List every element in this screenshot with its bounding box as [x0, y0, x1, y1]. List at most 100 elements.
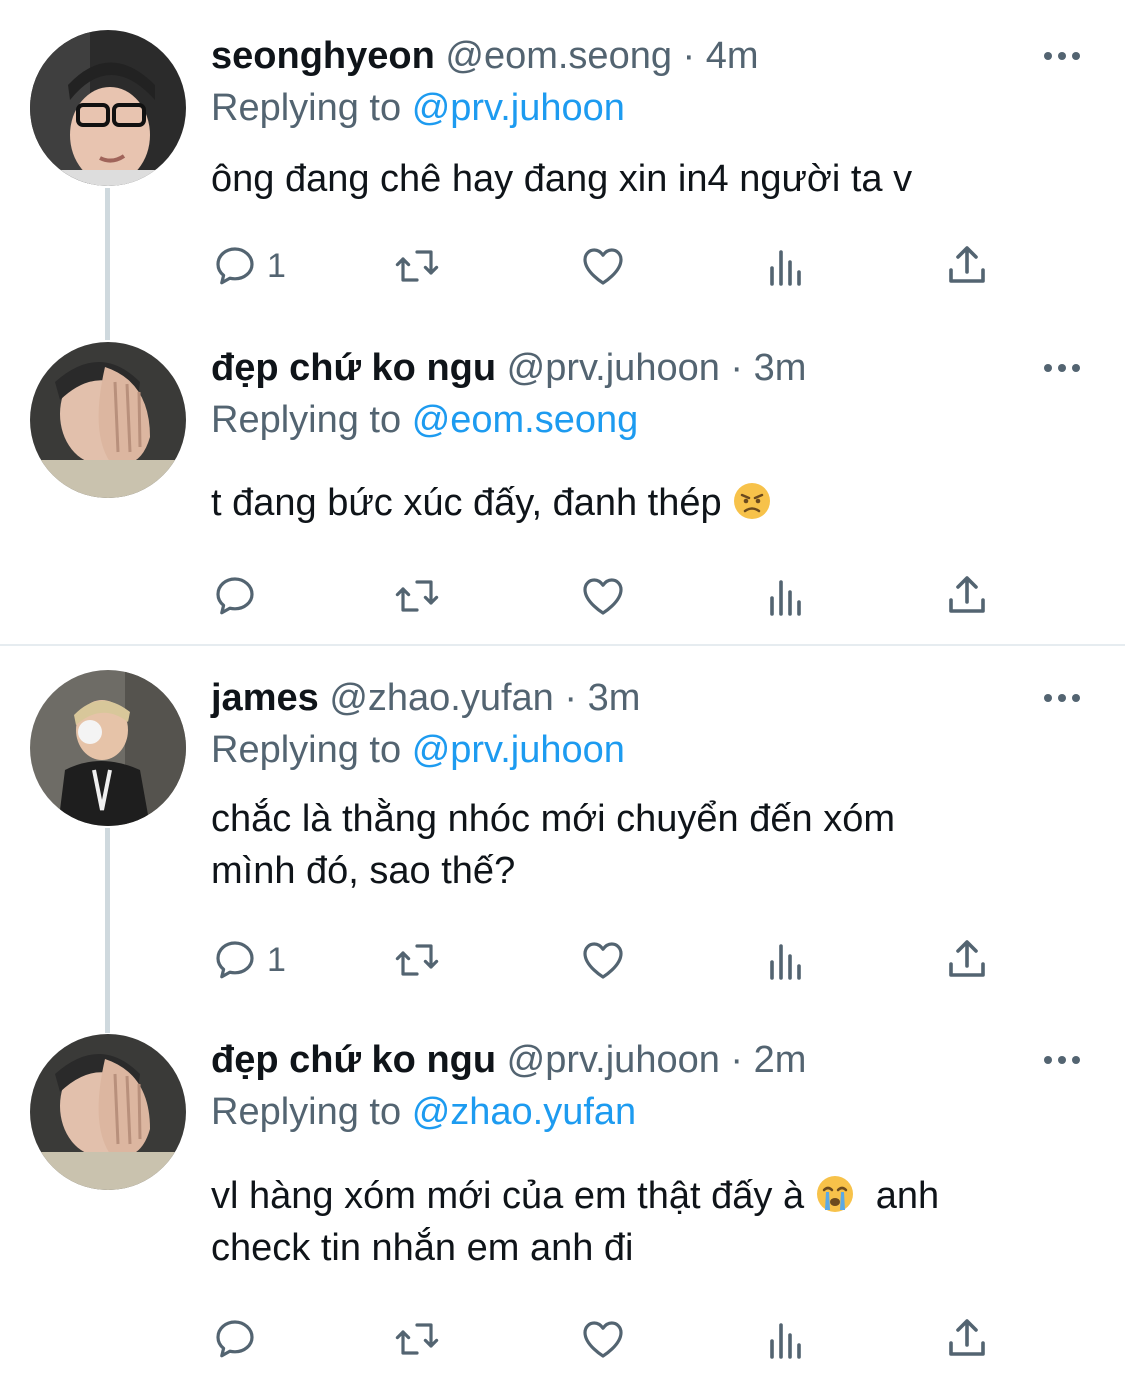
action-bar: 1	[211, 236, 1011, 296]
display-name[interactable]: đẹp chứ ko ngu	[211, 1039, 496, 1081]
share-button[interactable]	[943, 930, 991, 990]
reply-button[interactable]: 1	[211, 236, 286, 296]
reply-icon	[211, 1315, 259, 1363]
views-button[interactable]	[762, 566, 810, 626]
like-button[interactable]	[579, 930, 627, 990]
avatar[interactable]	[30, 1034, 186, 1190]
crying-face-emoji	[816, 1176, 853, 1212]
handle[interactable]: @prv.juhoon	[507, 347, 720, 389]
tweet-text-line: chắc là thằng nhóc mới chuyển đến xóm	[211, 798, 895, 840]
retweet-icon	[393, 1315, 441, 1363]
tweet-header: đẹp chứ ko ngu @prv.juhoon · 3m	[211, 346, 806, 390]
avatar[interactable]	[30, 30, 186, 186]
replying-prefix: Replying to	[211, 399, 402, 441]
heart-icon	[579, 936, 627, 984]
tweet-text-line: check tin nhắn em anh đi	[211, 1227, 634, 1269]
reply-icon	[211, 242, 259, 290]
share-button[interactable]	[943, 1309, 991, 1369]
tweet-text-line: t đang bức xúc đấy, đanh thép	[211, 482, 722, 524]
display-name[interactable]: đẹp chứ ko ngu	[211, 347, 496, 389]
reply-button[interactable]	[211, 566, 267, 626]
more-icon[interactable]	[1040, 686, 1084, 710]
separator-dot: ·	[730, 347, 744, 389]
views-button[interactable]	[762, 1309, 810, 1369]
timestamp[interactable]: 3m	[754, 347, 807, 389]
tweet-text: t đang bức xúc đấy, đanh thép	[211, 477, 1081, 529]
handle[interactable]: @prv.juhoon	[507, 1039, 720, 1081]
retweet-icon	[393, 936, 441, 984]
replying-to: Replying to @prv.juhoon	[211, 86, 625, 130]
share-button[interactable]	[943, 236, 991, 296]
retweet-icon	[393, 572, 441, 620]
more-icon[interactable]	[1040, 44, 1084, 68]
tweet-text-line: mình đó, sao thế?	[211, 850, 516, 892]
replying-prefix: Replying to	[211, 1091, 402, 1133]
timestamp[interactable]: 3m	[588, 677, 641, 719]
reply-count: 1	[267, 246, 286, 285]
tweet-header: seonghyeon @eom.seong · 4m	[211, 34, 759, 78]
thread-line	[105, 188, 110, 340]
angry-face-emoji	[734, 483, 771, 519]
heart-icon	[579, 572, 627, 620]
thread-line	[105, 828, 110, 1033]
heart-icon	[579, 1315, 627, 1363]
tweet-header: james @zhao.yufan · 3m	[211, 676, 640, 720]
like-button[interactable]	[579, 566, 627, 626]
avatar[interactable]	[30, 670, 186, 826]
separator-dot: ·	[564, 677, 578, 719]
tweet-text: vl hàng xóm mới của em thật đấy à anh ch…	[211, 1170, 1081, 1274]
share-icon	[943, 242, 991, 290]
more-icon[interactable]	[1040, 1048, 1084, 1072]
views-icon	[762, 936, 810, 984]
reply-icon	[211, 936, 259, 984]
timestamp[interactable]: 2m	[754, 1039, 807, 1081]
mention-link[interactable]: @prv.juhoon	[412, 729, 625, 771]
share-button[interactable]	[943, 566, 991, 626]
like-button[interactable]	[579, 1309, 627, 1369]
avatar[interactable]	[30, 342, 186, 498]
heart-icon	[579, 242, 627, 290]
retweet-button[interactable]	[393, 930, 441, 990]
reply-count: 1	[267, 940, 286, 979]
mention-link[interactable]: @prv.juhoon	[412, 87, 625, 129]
tweet-text-line: anh	[865, 1175, 940, 1217]
display-name[interactable]: james	[211, 677, 319, 719]
replying-to: Replying to @eom.seong	[211, 398, 638, 442]
views-icon	[762, 572, 810, 620]
divider	[0, 644, 1125, 646]
like-button[interactable]	[579, 236, 627, 296]
share-icon	[943, 936, 991, 984]
handle[interactable]: @zhao.yufan	[329, 677, 554, 719]
replying-prefix: Replying to	[211, 729, 402, 771]
action-bar	[211, 566, 1011, 626]
reply-icon	[211, 572, 259, 620]
separator-dot: ·	[682, 35, 696, 77]
replying-prefix: Replying to	[211, 87, 402, 129]
mention-link[interactable]: @zhao.yufan	[412, 1091, 637, 1133]
views-button[interactable]	[762, 236, 810, 296]
reply-button[interactable]	[211, 1309, 267, 1369]
views-icon	[762, 242, 810, 290]
separator-dot: ·	[730, 1039, 744, 1081]
action-bar	[211, 1309, 1011, 1369]
share-icon	[943, 572, 991, 620]
tweet-header: đẹp chứ ko ngu @prv.juhoon · 2m	[211, 1038, 806, 1082]
views-button[interactable]	[762, 930, 810, 990]
retweet-button[interactable]	[393, 236, 441, 296]
more-icon[interactable]	[1040, 356, 1084, 380]
retweet-icon	[393, 242, 441, 290]
tweet-text: chắc là thằng nhóc mới chuyển đến xóm mì…	[211, 793, 1081, 897]
share-icon	[943, 1315, 991, 1363]
retweet-button[interactable]	[393, 1309, 441, 1369]
reply-button[interactable]: 1	[211, 930, 286, 990]
replying-to: Replying to @prv.juhoon	[211, 728, 625, 772]
replying-to: Replying to @zhao.yufan	[211, 1090, 636, 1134]
mention-link[interactable]: @eom.seong	[412, 399, 639, 441]
handle[interactable]: @eom.seong	[445, 35, 672, 77]
tweet-text-line: vl hàng xóm mới của em thật đấy à	[211, 1175, 805, 1217]
display-name[interactable]: seonghyeon	[211, 35, 435, 77]
views-icon	[762, 1315, 810, 1363]
tweet-text: ông đang chê hay đang xin in4 người ta v	[211, 153, 1081, 205]
retweet-button[interactable]	[393, 566, 441, 626]
timestamp[interactable]: 4m	[706, 35, 759, 77]
